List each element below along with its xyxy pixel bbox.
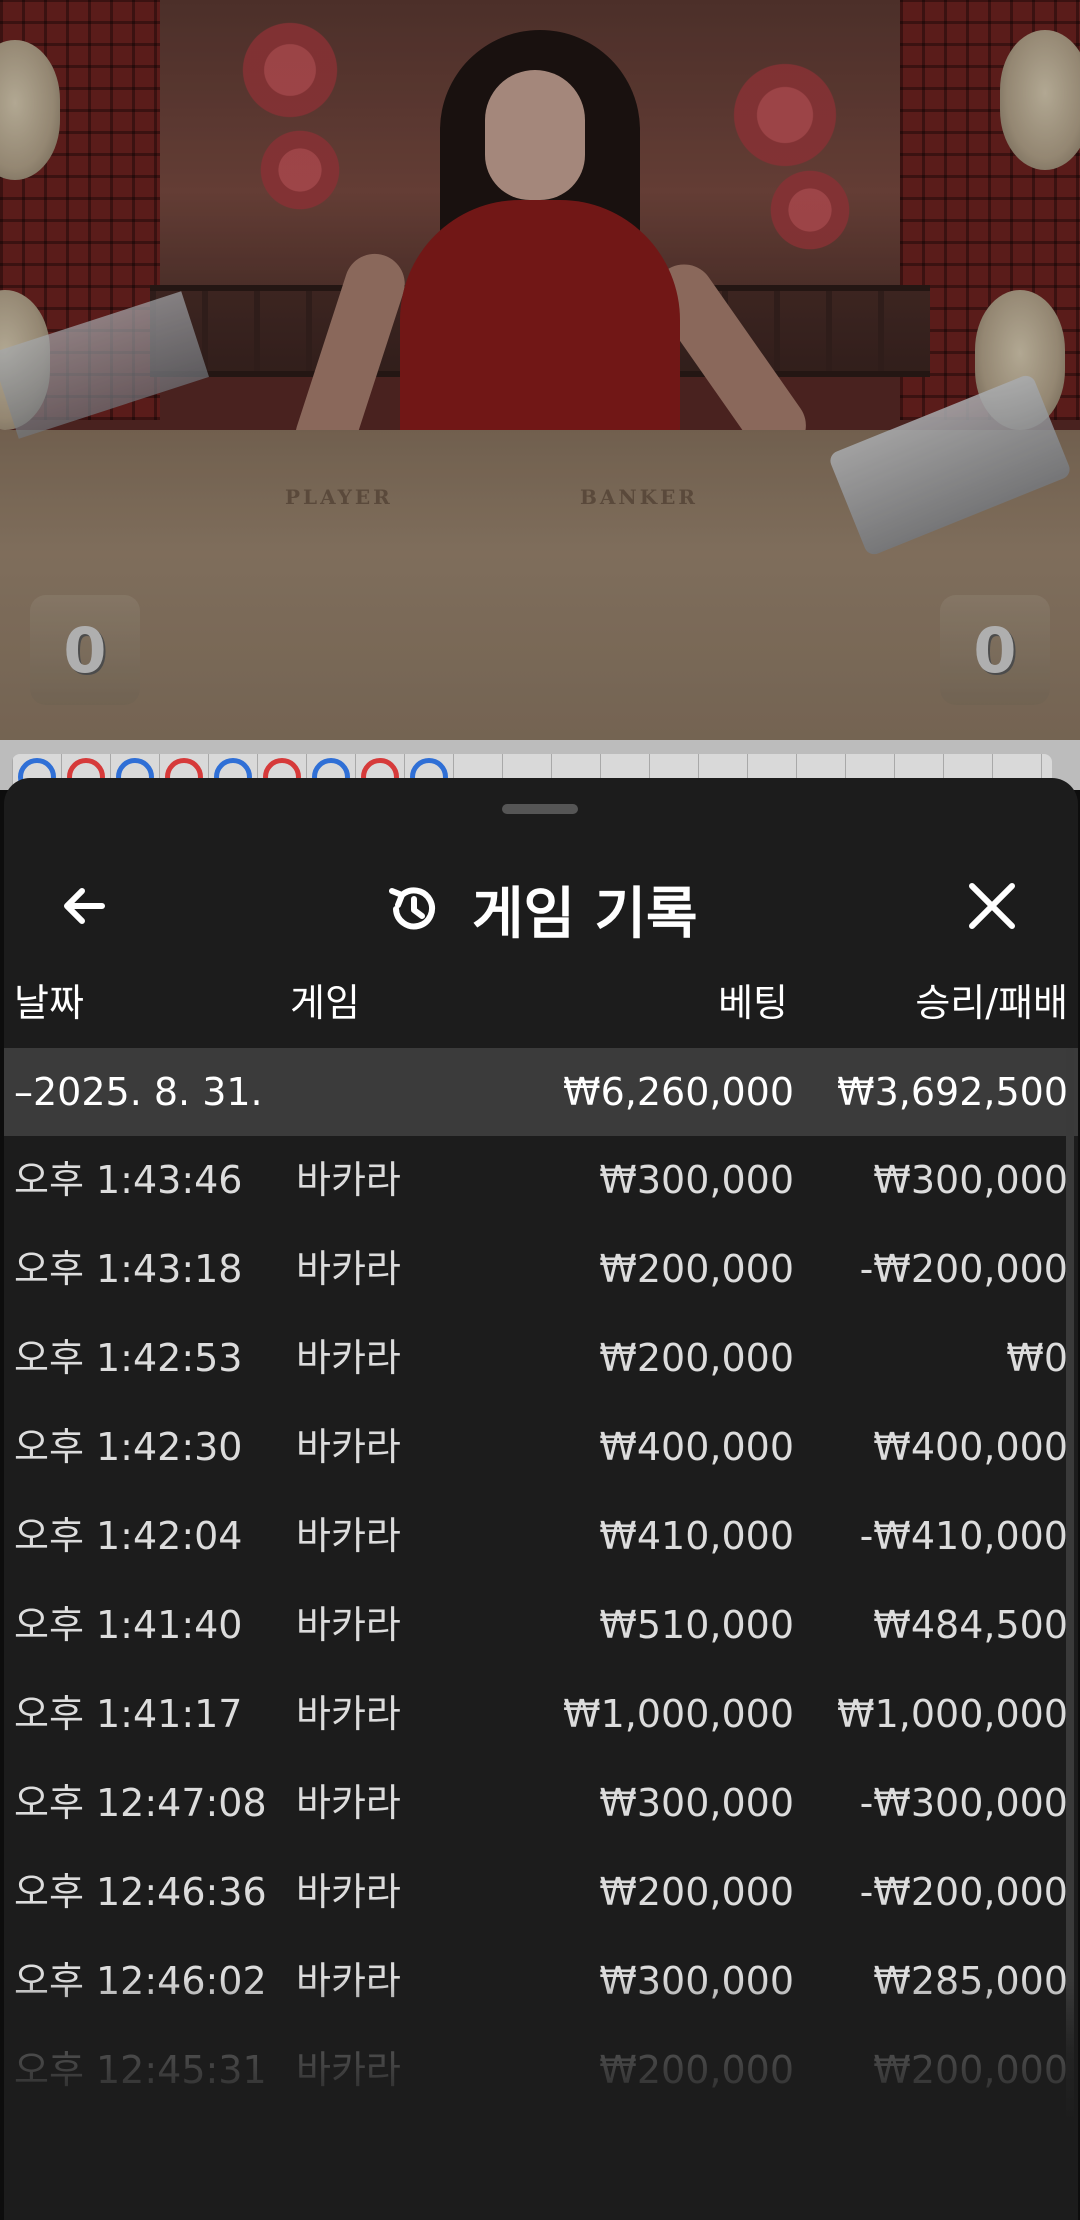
row-result: ₩200,000 xyxy=(873,2048,1068,2092)
summary-date: –2025. 8. 31. xyxy=(14,1070,263,1114)
row-game: 바카라 xyxy=(296,1158,401,1202)
row-bet: ₩510,000 xyxy=(599,1603,794,1647)
close-button[interactable] xyxy=(962,876,1022,936)
row-result: ₩400,000 xyxy=(873,1425,1068,1469)
column-header-game: 게임 xyxy=(290,981,360,1025)
row-time: 오후 12:46:02 xyxy=(14,1959,267,2003)
sheet-header: 게임 기록 xyxy=(4,838,1078,958)
history-row[interactable]: 오후 1:42:30 바카라 ₩400,000 ₩400,000 xyxy=(4,1403,1078,1492)
scrollbar[interactable] xyxy=(1066,1048,1074,2128)
history-row[interactable]: 오후 1:43:46 바카라 ₩300,000 ₩300,000 xyxy=(4,1136,1078,1225)
row-result: ₩0 xyxy=(1006,1336,1068,1380)
row-bet: ₩300,000 xyxy=(599,1781,794,1825)
row-bet: ₩300,000 xyxy=(599,1158,794,1202)
row-bet: ₩400,000 xyxy=(599,1425,794,1469)
history-row[interactable]: 오후 1:43:18 바카라 ₩200,000 -₩200,000 xyxy=(4,1225,1078,1314)
history-row[interactable]: 오후 12:46:36 바카라 ₩200,000 -₩200,000 xyxy=(4,1848,1078,1937)
modal-dim-overlay xyxy=(0,0,1080,740)
column-header-bet: 베팅 xyxy=(718,981,788,1025)
history-row[interactable]: 오후 12:47:08 바카라 ₩300,000 -₩300,000 xyxy=(4,1759,1078,1848)
row-time: 오후 1:42:04 xyxy=(14,1514,243,1558)
column-header-result: 승리/패배 xyxy=(915,981,1068,1025)
row-game: 바카라 xyxy=(296,1425,401,1469)
row-time: 오후 1:43:46 xyxy=(14,1158,243,1202)
row-time: 오후 1:43:18 xyxy=(14,1247,243,1291)
row-result: -₩200,000 xyxy=(859,1870,1068,1914)
row-result: ₩1,000,000 xyxy=(837,1692,1068,1736)
row-bet: ₩1,000,000 xyxy=(563,1692,794,1736)
history-row[interactable]: 오후 12:45:31 바카라 ₩200,000 ₩200,000 xyxy=(4,2026,1078,2115)
close-icon xyxy=(969,883,1015,929)
drag-handle[interactable] xyxy=(502,804,578,814)
row-time: 오후 1:41:17 xyxy=(14,1692,243,1736)
row-game: 바카라 xyxy=(296,1336,401,1380)
arrow-left-icon xyxy=(64,888,105,924)
row-bet: ₩200,000 xyxy=(599,2048,794,2092)
row-result: -₩300,000 xyxy=(859,1781,1068,1825)
history-table-header: 날짜 게임 베팅 승리/패배 xyxy=(4,968,1078,1038)
row-bet: ₩200,000 xyxy=(599,1336,794,1380)
game-history-sheet: 게임 기록 날짜 게임 베팅 승리/패배 –2025. 8. 31. ₩6,26… xyxy=(4,778,1078,2220)
column-header-date: 날짜 xyxy=(14,981,84,1025)
summary-result-total: ₩3,692,500 xyxy=(837,1070,1068,1114)
summary-bet-total: ₩6,260,000 xyxy=(563,1070,794,1114)
row-game: 바카라 xyxy=(296,1781,401,1825)
row-result: ₩285,000 xyxy=(873,1959,1068,2003)
sheet-title: 게임 기록 xyxy=(472,881,698,947)
history-row[interactable]: 오후 12:46:02 바카라 ₩300,000 ₩285,000 xyxy=(4,1937,1078,2026)
sheet-title-group: 게임 기록 xyxy=(384,874,698,947)
row-game: 바카라 xyxy=(296,1247,401,1291)
row-result: -₩200,000 xyxy=(859,1247,1068,1291)
row-time: 오후 12:47:08 xyxy=(14,1781,267,1825)
row-bet: ₩200,000 xyxy=(599,1247,794,1291)
row-game: 바카라 xyxy=(296,2048,401,2092)
row-bet: ₩410,000 xyxy=(599,1514,794,1558)
row-bet: ₩200,000 xyxy=(599,1870,794,1914)
row-game: 바카라 xyxy=(296,1870,401,1914)
history-rows: 오후 1:43:46 바카라 ₩300,000 ₩300,000 오후 1:43:18 바… xyxy=(4,1136,1078,2115)
history-row[interactable]: 오후 1:41:17 바카라 ₩1,000,000 ₩1,000,000 xyxy=(4,1670,1078,1759)
date-summary-row[interactable]: –2025. 8. 31. ₩6,260,000 ₩3,692,500 xyxy=(4,1048,1078,1136)
row-result: ₩484,500 xyxy=(873,1603,1068,1647)
row-time: 오후 12:45:31 xyxy=(14,2048,267,2092)
row-game: 바카라 xyxy=(296,1692,401,1736)
row-game: 바카라 xyxy=(296,1959,401,2003)
row-time: 오후 1:42:53 xyxy=(14,1336,243,1380)
history-icon xyxy=(389,887,435,930)
row-game: 바카라 xyxy=(296,1514,401,1558)
row-result: ₩300,000 xyxy=(873,1158,1068,1202)
history-row[interactable]: 오후 1:42:04 바카라 ₩410,000 -₩410,000 xyxy=(4,1492,1078,1581)
row-bet: ₩300,000 xyxy=(599,1959,794,2003)
row-time: 오후 1:41:40 xyxy=(14,1603,243,1647)
back-button[interactable] xyxy=(54,876,114,936)
live-video-stage: PLAYER BANKER 0 0 xyxy=(0,0,1080,740)
row-time: 오후 12:46:36 xyxy=(14,1870,267,1914)
row-result: -₩410,000 xyxy=(859,1514,1068,1558)
history-row[interactable]: 오후 1:42:53 바카라 ₩200,000 ₩0 xyxy=(4,1314,1078,1403)
row-time: 오후 1:42:30 xyxy=(14,1425,243,1469)
row-game: 바카라 xyxy=(296,1603,401,1647)
history-row[interactable]: 오후 1:41:40 바카라 ₩510,000 ₩484,500 xyxy=(4,1581,1078,1670)
